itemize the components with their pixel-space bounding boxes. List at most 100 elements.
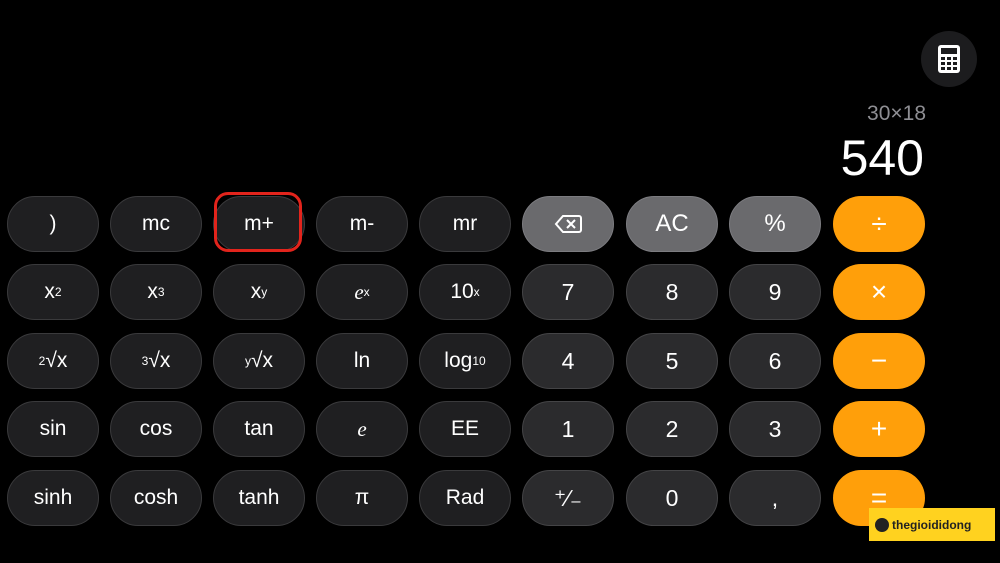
cube-root-key[interactable]: 3 √x	[110, 333, 202, 389]
digit-6-key[interactable]: 6	[729, 333, 821, 389]
key-label: 9	[768, 278, 782, 305]
key-label: ÷	[871, 208, 887, 239]
log10-key[interactable]: log 10	[419, 333, 511, 389]
result-display: 540	[840, 130, 924, 186]
close-paren-key[interactable]: )	[7, 196, 99, 252]
multiply-key[interactable]: ×	[833, 264, 925, 320]
digit-2-key[interactable]: 2	[626, 401, 718, 457]
key-label: 4	[561, 347, 575, 374]
exp-key[interactable]: ex	[316, 264, 408, 320]
key-superscript: x	[473, 285, 480, 299]
sign-toggle-key[interactable]: ⁺∕₋	[522, 470, 614, 526]
key-superscript: 2	[54, 285, 62, 299]
logo-icon	[875, 517, 889, 532]
key-label: %	[764, 210, 786, 237]
key-label: ⁺∕₋	[553, 484, 583, 511]
key-label: cos	[139, 417, 173, 440]
key-label: ln	[353, 349, 371, 372]
key-superscript: 3	[141, 354, 149, 368]
key-label: 0	[665, 484, 679, 511]
key-label: 1	[561, 415, 575, 442]
natural-log-key[interactable]: ln	[316, 333, 408, 389]
key-label: tanh	[238, 486, 280, 509]
key-label: −	[870, 345, 888, 376]
cos-key[interactable]: cos	[110, 401, 202, 457]
square-key[interactable]: x2	[7, 264, 99, 320]
backspace-icon	[554, 215, 582, 233]
key-label: x	[44, 280, 55, 303]
digit-0-key[interactable]: 0	[626, 470, 718, 526]
key-superscript: 2	[38, 354, 46, 368]
key-label: 10	[450, 280, 474, 303]
key-label: EE	[450, 417, 479, 440]
pi-key[interactable]: π	[316, 470, 408, 526]
key-label: AC	[655, 210, 689, 237]
euler-key[interactable]: e	[316, 401, 408, 457]
memory-subtract-key[interactable]: m-	[316, 196, 408, 252]
digit-1-key[interactable]: 1	[522, 401, 614, 457]
rad-key[interactable]: Rad	[419, 470, 511, 526]
calculator-icon	[938, 45, 960, 73]
key-label: 8	[665, 278, 679, 305]
expression-display: 30×18	[867, 102, 926, 125]
tanh-key[interactable]: tanh	[213, 470, 305, 526]
key-superscript: x	[363, 285, 370, 299]
key-label: 2	[665, 415, 679, 442]
key-label: e	[354, 279, 364, 304]
tan-key[interactable]: tan	[213, 401, 305, 457]
nth-root-key[interactable]: y √x	[213, 333, 305, 389]
key-label: x	[147, 280, 158, 303]
key-label: log	[444, 349, 473, 372]
digit-4-key[interactable]: 4	[522, 333, 614, 389]
key-label: sinh	[33, 486, 73, 509]
digit-9-key[interactable]: 9	[729, 264, 821, 320]
all-clear-key[interactable]: AC	[626, 196, 718, 252]
sin-key[interactable]: sin	[7, 401, 99, 457]
key-label: m-	[349, 212, 375, 235]
highlight-box	[214, 192, 302, 252]
key-label: 6	[768, 347, 782, 374]
ten-power-key[interactable]: 10 x	[419, 264, 511, 320]
add-key[interactable]: +	[833, 401, 925, 457]
key-label: √x	[250, 349, 274, 372]
key-label: e	[357, 416, 367, 441]
key-label: mc	[142, 212, 170, 235]
key-label: Rad	[445, 486, 485, 509]
key-label: 7	[561, 278, 575, 305]
watermark-text: thegioididong	[892, 517, 972, 532]
divide-key[interactable]: ÷	[833, 196, 925, 252]
backspace-key[interactable]	[522, 196, 614, 252]
digit-3-key[interactable]: 3	[729, 401, 821, 457]
calculator-mode-button[interactable]	[921, 31, 977, 87]
watermark-logo: thegioididong	[869, 508, 995, 541]
power-key[interactable]: xy	[213, 264, 305, 320]
square-root-key[interactable]: 2 √x	[7, 333, 99, 389]
key-label: mr	[452, 212, 478, 235]
cube-key[interactable]: x3	[110, 264, 202, 320]
digit-7-key[interactable]: 7	[522, 264, 614, 320]
key-label: sin	[39, 417, 67, 440]
key-label: ,	[771, 484, 779, 511]
percent-key[interactable]: %	[729, 196, 821, 252]
digit-8-key[interactable]: 8	[626, 264, 718, 320]
key-subscript: 10	[472, 354, 486, 368]
key-label: ×	[870, 276, 888, 307]
digit-5-key[interactable]: 5	[626, 333, 718, 389]
key-label: π	[354, 486, 370, 509]
memory-recall-key[interactable]: mr	[419, 196, 511, 252]
key-label: √x	[148, 349, 171, 372]
key-label: 5	[665, 347, 679, 374]
subtract-key[interactable]: −	[833, 333, 925, 389]
key-label: +	[870, 413, 888, 444]
key-label: √x	[45, 349, 68, 372]
key-label: x	[250, 280, 262, 303]
cosh-key[interactable]: cosh	[110, 470, 202, 526]
key-label: )	[49, 212, 57, 235]
sinh-key[interactable]: sinh	[7, 470, 99, 526]
ee-key[interactable]: EE	[419, 401, 511, 457]
key-label: cosh	[133, 486, 179, 509]
key-superscript: y	[261, 285, 268, 299]
decimal-key[interactable]: ,	[729, 470, 821, 526]
key-label: tan	[244, 417, 274, 440]
memory-clear-key[interactable]: mc	[110, 196, 202, 252]
